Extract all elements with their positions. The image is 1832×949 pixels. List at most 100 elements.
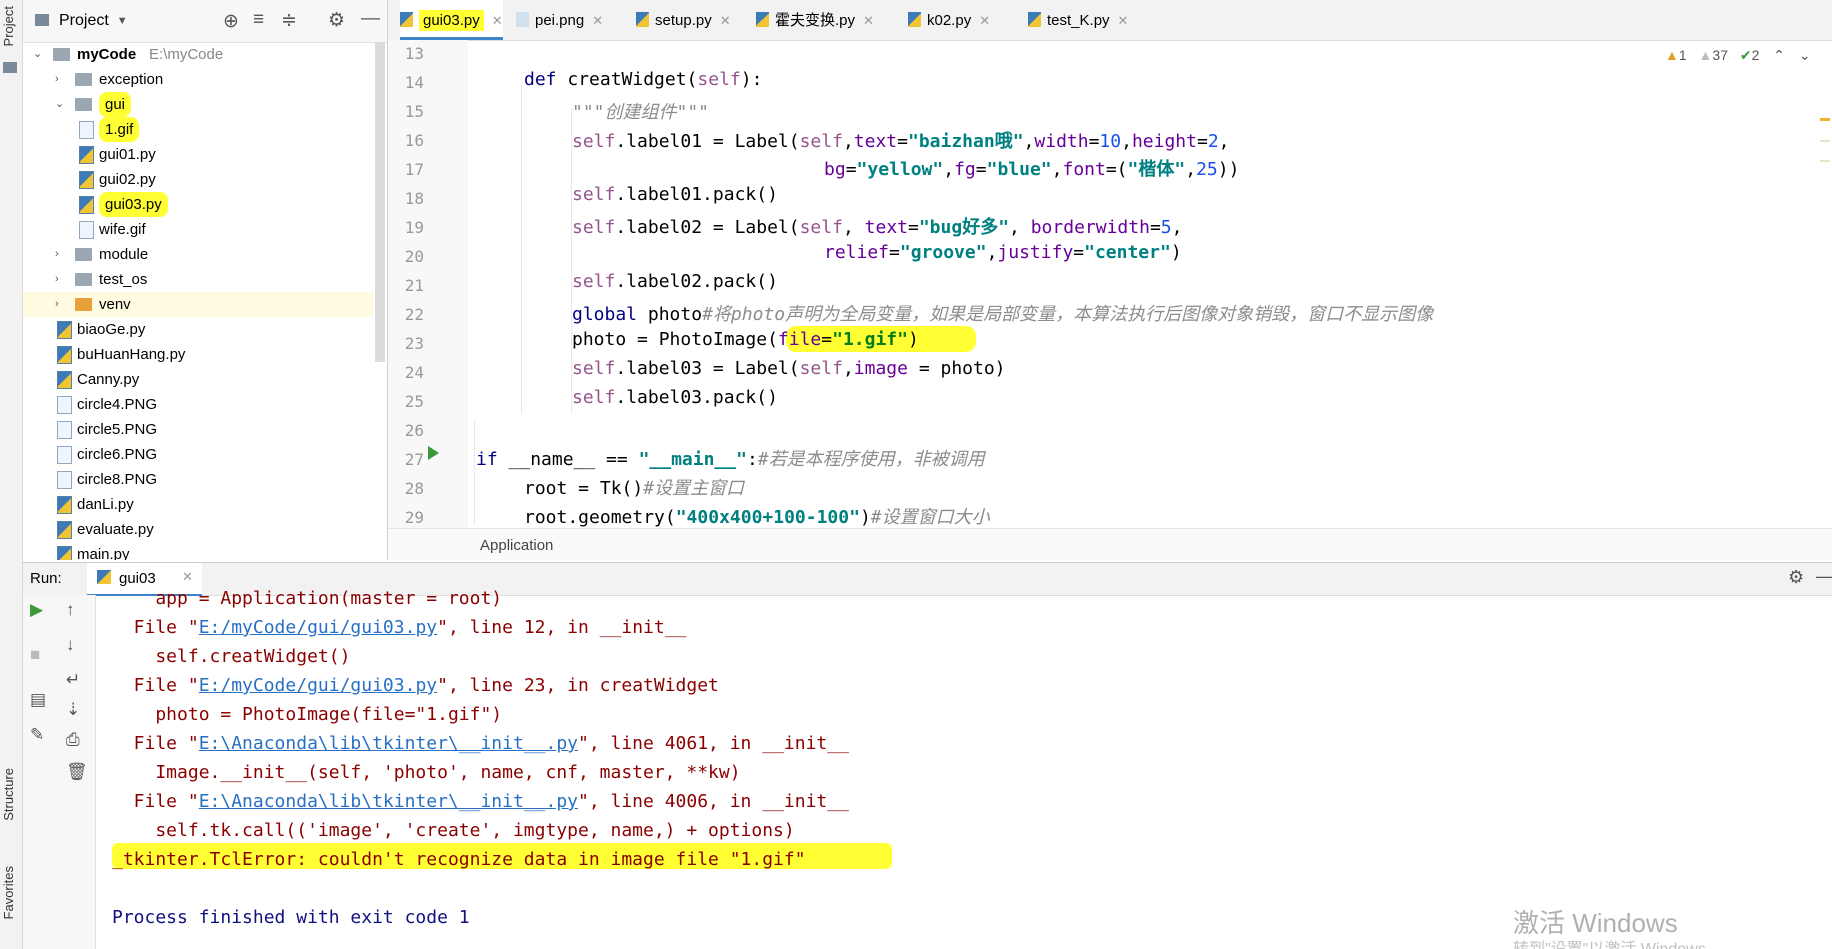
tree-scrollbar[interactable]: [375, 42, 385, 362]
warning-count: 37: [1712, 47, 1728, 63]
editor-tab[interactable]: k02.py ✕: [908, 0, 990, 40]
close-icon[interactable]: ✕: [1118, 13, 1129, 28]
line-number: 20: [404, 247, 424, 266]
tree-file[interactable]: danLi.py: [23, 492, 373, 517]
chevron-right-icon[interactable]: ›: [55, 242, 65, 267]
tree-file[interactable]: gui01.py: [23, 142, 373, 167]
editor-tab[interactable]: test_K.py ✕: [1028, 0, 1128, 40]
close-icon[interactable]: ✕: [492, 13, 503, 28]
chevron-down-icon[interactable]: ⌄: [1799, 47, 1811, 63]
file-icon: [908, 12, 921, 27]
line-number: 25: [404, 392, 424, 411]
tree-file[interactable]: circle6.PNG: [23, 442, 373, 467]
close-icon[interactable]: ✕: [979, 13, 990, 28]
locate-icon[interactable]: ⊕: [223, 10, 239, 33]
editor-tab[interactable]: gui03.py ✕: [400, 0, 503, 40]
image-file-icon: [79, 121, 94, 139]
close-icon[interactable]: ✕: [592, 13, 603, 28]
file-link[interactable]: E:/myCode/gui/gui03.py: [199, 617, 437, 638]
tree-file[interactable]: wife.gif: [23, 217, 373, 242]
ok-count: 2: [1751, 47, 1760, 63]
warning-marker[interactable]: [1820, 140, 1830, 142]
collapse-all-icon[interactable]: ≑: [281, 9, 297, 32]
file-icon: [756, 12, 769, 27]
tree-file[interactable]: gui02.py: [23, 167, 373, 192]
close-icon[interactable]: ✕: [182, 569, 193, 585]
tree-folder[interactable]: ⌄ gui: [23, 92, 373, 117]
line-number: 26: [404, 421, 424, 440]
file-link[interactable]: E:\Anaconda\lib\tkinter\__init__.py: [199, 791, 578, 812]
editor-tab[interactable]: 霍夫变换.py ✕: [756, 0, 874, 40]
tree-file[interactable]: Canny.py: [23, 367, 373, 392]
close-icon[interactable]: ✕: [863, 13, 874, 28]
warning-icon: ▲: [1698, 47, 1713, 63]
file-link[interactable]: E:/myCode/gui/gui03.py: [199, 675, 437, 696]
console-line: self.tk.call(('image', 'create', imgtype…: [112, 820, 795, 841]
run-gutter-icon[interactable]: [428, 446, 439, 460]
close-icon[interactable]: ✕: [720, 13, 731, 28]
python-file-icon: [57, 546, 72, 560]
gear-icon[interactable]: ⚙: [1788, 567, 1804, 588]
chevron-down-icon[interactable]: ⌄: [55, 92, 65, 117]
inspection-widget[interactable]: ▲1 ▲37 ✔2 ⌃ ⌄: [1665, 47, 1811, 64]
soft-wrap-icon[interactable]: ↵: [66, 670, 80, 690]
chevron-up-icon[interactable]: ⌃: [1773, 47, 1785, 63]
expand-all-icon[interactable]: ≡: [253, 9, 264, 31]
chevron-right-icon[interactable]: ›: [55, 267, 65, 292]
line-number: 24: [404, 363, 424, 382]
tree-file[interactable]: biaoGe.py: [23, 317, 373, 342]
tree-file[interactable]: gui03.py: [23, 192, 373, 217]
tree-file[interactable]: 1.gif: [23, 117, 373, 142]
project-title[interactable]: Project: [59, 12, 109, 30]
tree-item-label: circle6.PNG: [77, 446, 158, 463]
gear-icon[interactable]: ⚙: [328, 9, 345, 32]
editor-tab-label: pei.png: [535, 12, 585, 29]
rerun-icon[interactable]: ▶: [30, 600, 43, 620]
tree-file[interactable]: evaluate.py: [23, 517, 373, 542]
line-number: 23: [404, 334, 424, 353]
tree-folder[interactable]: ⌄ myCode E:\myCode: [23, 42, 373, 67]
tree-file[interactable]: circle4.PNG: [23, 392, 373, 417]
chevron-down-icon[interactable]: ▼: [117, 15, 128, 27]
layout-icon[interactable]: ▤: [30, 690, 46, 710]
tree-folder[interactable]: › test_os: [23, 267, 373, 292]
structure-tool-tab[interactable]: Structure: [1, 768, 16, 821]
tree-folder[interactable]: › exception: [23, 67, 373, 92]
tree-file[interactable]: buHuanHang.py: [23, 342, 373, 367]
editor-tab-label: 霍夫变换.py: [775, 12, 856, 29]
minimize-icon[interactable]: —: [1816, 566, 1832, 587]
tree-file[interactable]: main.py: [23, 542, 373, 560]
tree-item-label: module: [99, 246, 149, 263]
editor-tab-label: k02.py: [927, 12, 972, 29]
minimize-icon[interactable]: —: [361, 8, 380, 30]
stop-icon[interactable]: ■: [30, 645, 40, 665]
chevron-right-icon[interactable]: ›: [55, 292, 65, 317]
file-link[interactable]: E:\Anaconda\lib\tkinter\__init__.py: [199, 733, 578, 754]
code-line-21: self.label02.pack(): [572, 271, 778, 292]
chevron-right-icon[interactable]: ›: [55, 67, 65, 92]
run-tab-label: gui03: [119, 570, 156, 587]
tree-item-label: buHuanHang.py: [77, 346, 186, 363]
chevron-down-icon[interactable]: ⌄: [33, 42, 43, 67]
print-icon[interactable]: ⎙: [66, 730, 80, 750]
tree-item-label: biaoGe.py: [77, 321, 146, 338]
arrow-down-icon[interactable]: ↓: [66, 635, 75, 655]
project-tool-tab[interactable]: Project: [1, 6, 16, 46]
editor-tab[interactable]: setup.py ✕: [636, 0, 731, 40]
tree-folder[interactable]: › module: [23, 242, 373, 267]
warning-marker[interactable]: [1820, 160, 1830, 162]
editor-tab[interactable]: pei.png ✕: [516, 0, 603, 40]
image-file-icon: [57, 446, 72, 464]
favorites-tool-tab[interactable]: Favorites: [1, 866, 16, 919]
folder-icon: [75, 248, 92, 261]
tree-folder[interactable]: › venv: [23, 292, 373, 317]
tree-file[interactable]: circle8.PNG: [23, 467, 373, 492]
trash-icon[interactable]: 🗑: [66, 762, 88, 782]
code-line-17: bg="yellow",fg="blue",font=("楷体",25)): [824, 159, 1240, 180]
error-marker[interactable]: [1820, 118, 1830, 121]
arrow-up-icon[interactable]: ↑: [66, 600, 75, 620]
scroll-to-end-icon[interactable]: ⇣: [66, 700, 80, 720]
tree-file[interactable]: circle5.PNG: [23, 417, 373, 442]
breadcrumb-item[interactable]: Application: [480, 537, 553, 554]
pin-icon[interactable]: ✎: [30, 725, 44, 745]
